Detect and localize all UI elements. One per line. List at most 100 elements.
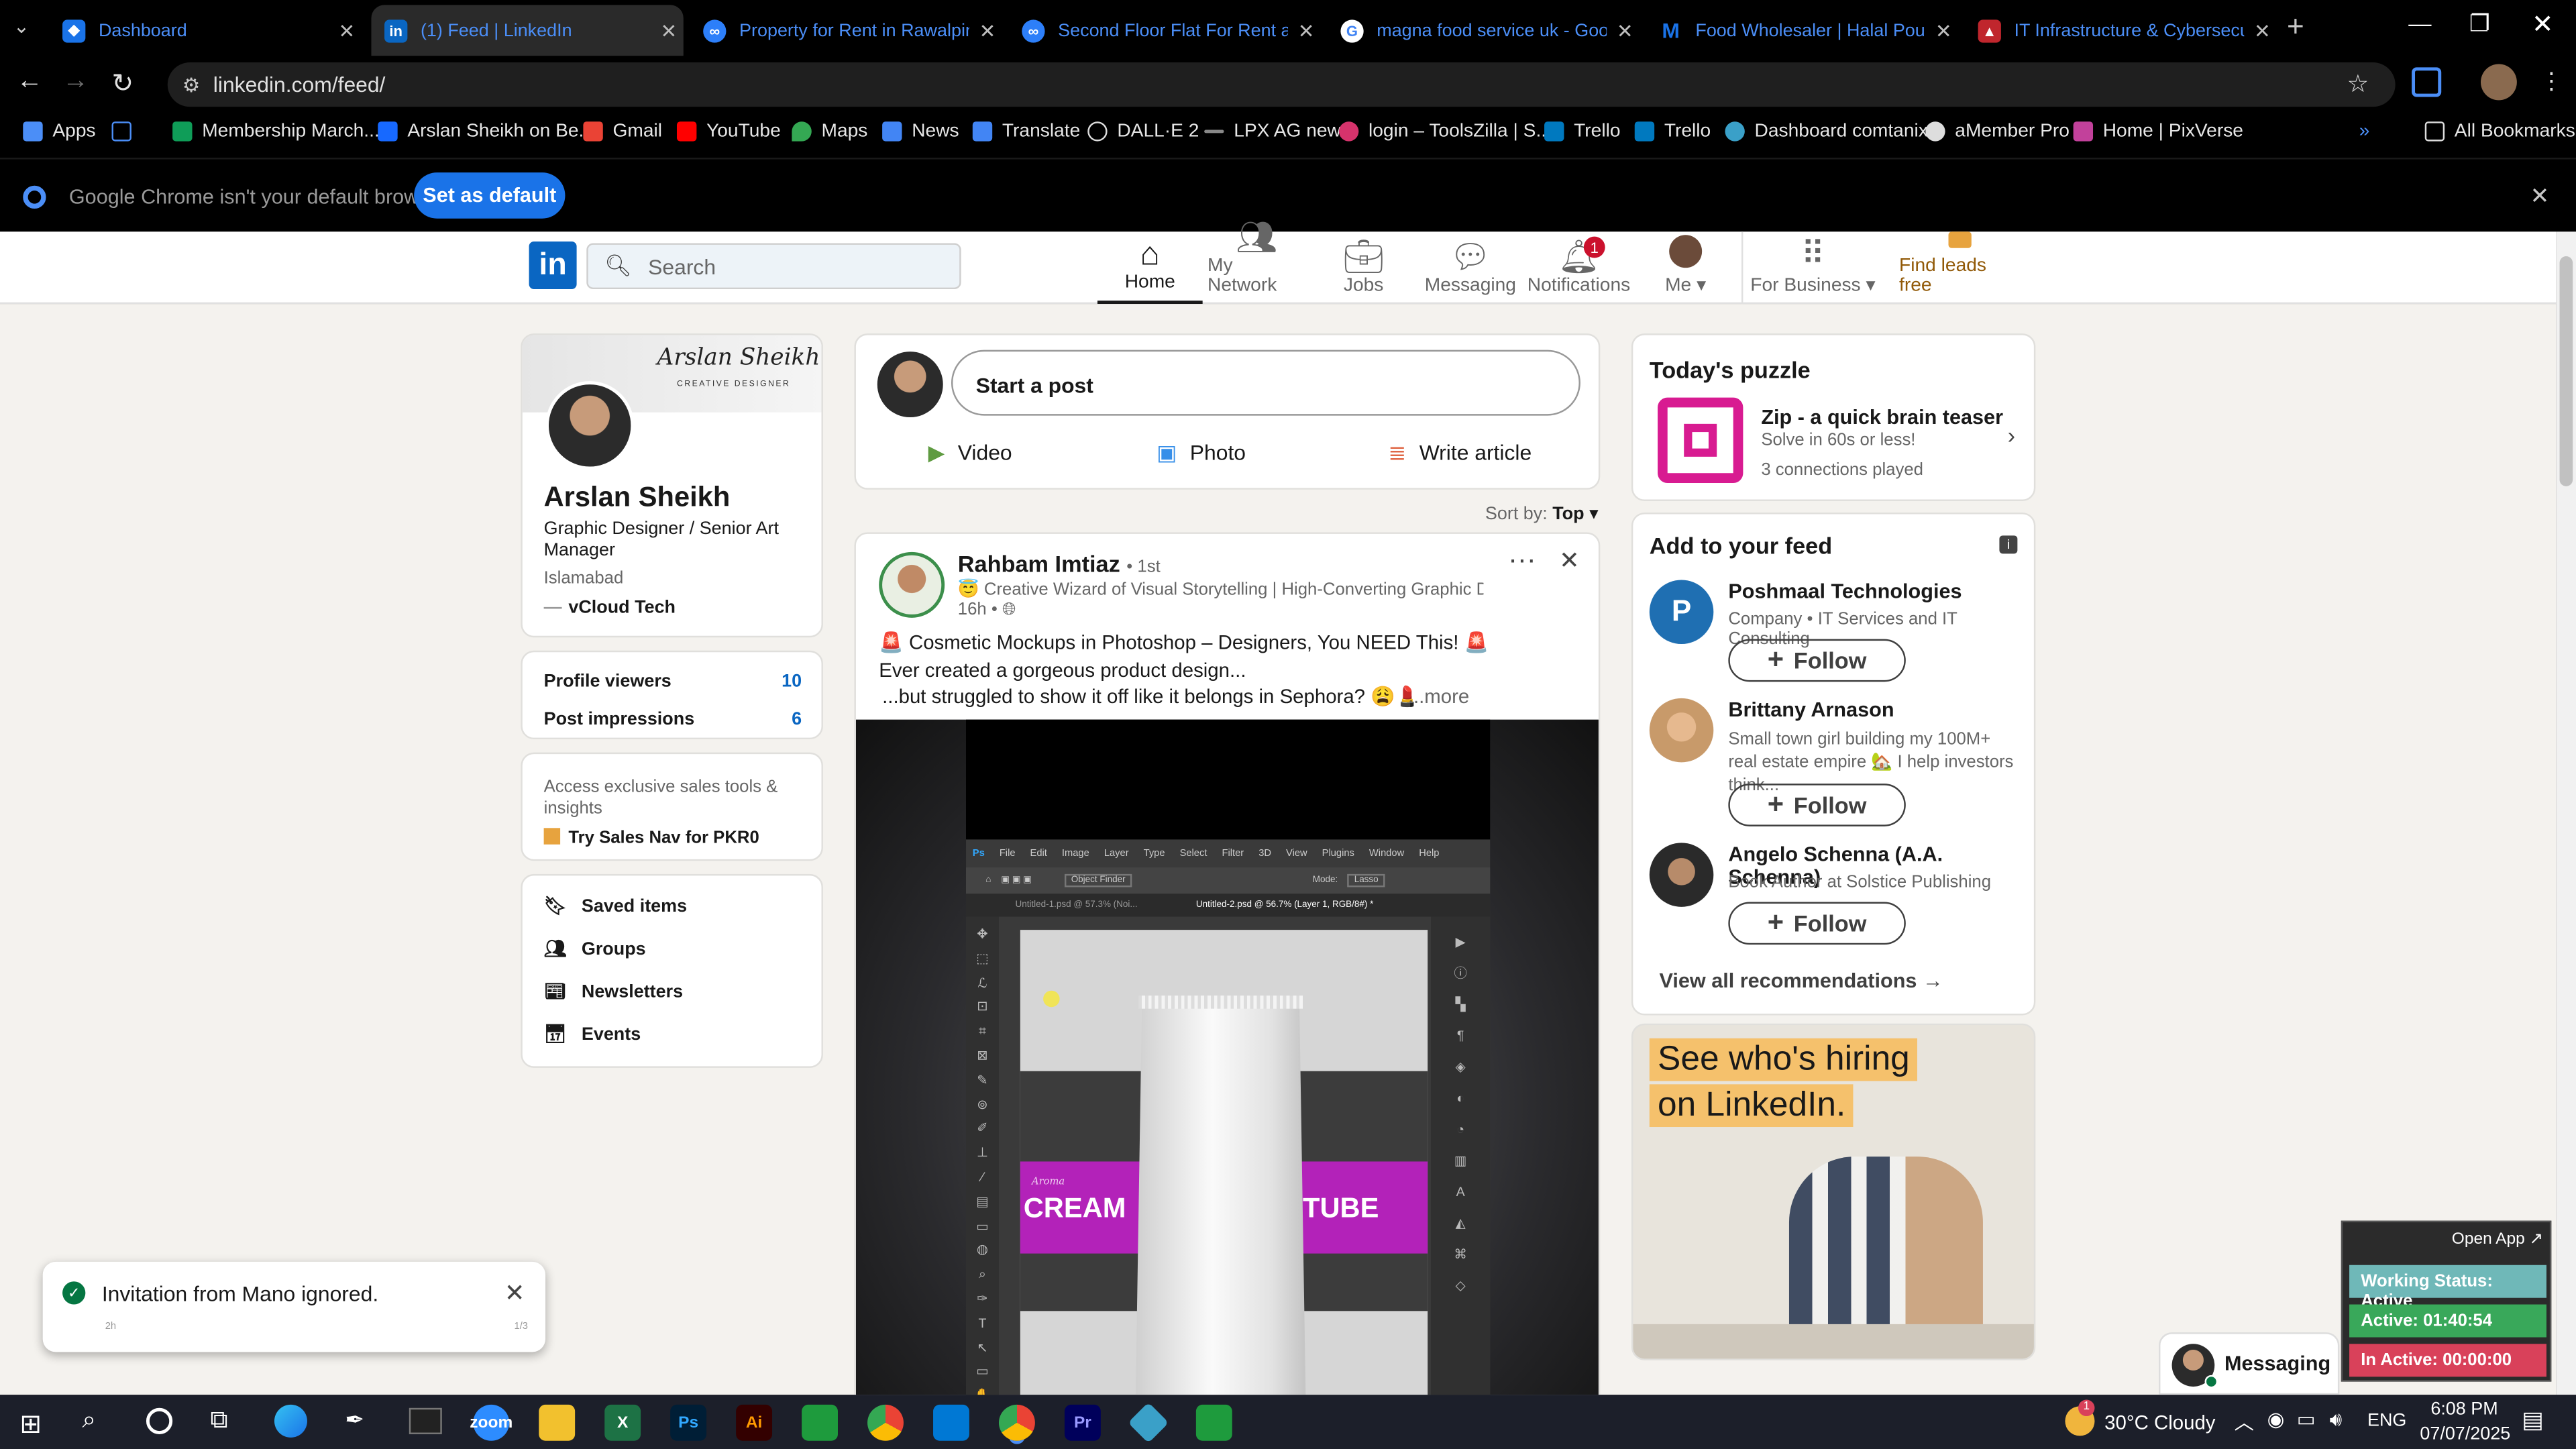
notification-center-icon[interactable]: ▤ (2522, 1406, 2543, 1434)
nav-messaging[interactable]: 💬︎ Messaging (1423, 231, 1518, 304)
bookmark-trello-2[interactable]: Trello (1634, 121, 1711, 142)
bookmark-translate[interactable]: Translate (972, 121, 1080, 142)
diamond-app-icon[interactable] (1128, 1402, 1169, 1444)
premium-card[interactable]: Access exclusive sales tools & insights … (521, 752, 823, 861)
page-scrollbar[interactable] (2556, 231, 2576, 1395)
view-all-recommendations-link[interactable]: View all recommendations → (1659, 969, 1943, 992)
messaging-overlay[interactable]: Messaging (2158, 1332, 2340, 1395)
info-icon[interactable]: i (1999, 535, 2018, 554)
close-icon[interactable]: ✕ (1298, 19, 1315, 42)
write-article-button[interactable]: ≣ Write article (1388, 440, 1532, 466)
start-post-input[interactable]: Start a post (951, 350, 1580, 416)
sort-dropdown[interactable]: Sort by: Top ▾ (1485, 502, 1599, 524)
star-icon[interactable]: ☆ (2347, 69, 2369, 99)
nav-my-network[interactable]: 👥︎ My Network (1208, 220, 1306, 304)
nav-jobs[interactable]: 💼︎ Jobs (1331, 231, 1397, 304)
follow-button[interactable]: + Follow (1728, 902, 1906, 945)
profile-avatar-icon[interactable] (2480, 64, 2517, 101)
profile-name[interactable]: Arslan Sheikh (544, 482, 731, 515)
vscode-icon[interactable] (933, 1404, 969, 1441)
tray-app-icon[interactable]: ◉ (2267, 1408, 2285, 1431)
extension-icon[interactable] (2412, 67, 2442, 97)
chevron-up-icon[interactable]: ︿ (2235, 1408, 2254, 1436)
saved-items-link[interactable]: 🔖︎ Saved items (544, 896, 687, 916)
site-info-icon[interactable]: ⚙ (182, 73, 200, 96)
bookmark-amember[interactable]: aMember Pro (1925, 121, 2070, 142)
close-icon[interactable]: ✕ (2254, 19, 2271, 42)
new-tab-button[interactable]: + (2287, 10, 2304, 44)
language-indicator[interactable]: ENG (2367, 1411, 2406, 1431)
follow-button[interactable]: + Follow (1728, 784, 1906, 826)
forward-icon[interactable]: → (62, 67, 89, 97)
close-icon[interactable]: ✕ (660, 19, 677, 42)
illustrator-icon[interactable]: Ai (736, 1404, 773, 1441)
hiring-ad[interactable]: See who's hiring on LinkedIn. (1631, 1023, 2036, 1360)
bookmark-membership[interactable]: Membership March... (172, 121, 380, 142)
close-icon[interactable]: ✕ (2530, 182, 2549, 211)
tab-property[interactable]: ∞ Property for Rent in Rawalpindi ✕ (690, 5, 1002, 56)
scrollbar-thumb[interactable] (2559, 256, 2573, 486)
groups-link[interactable]: 👥︎ Groups (544, 938, 646, 959)
close-window-button[interactable]: ✕ (2532, 8, 2554, 41)
newsletters-link[interactable]: 📰︎ Newsletters (544, 981, 684, 1002)
bookmark-lpx[interactable]: LPX AG new (1204, 121, 1341, 142)
clock-date[interactable]: 07/07/2025 (2420, 1424, 2510, 1444)
close-icon[interactable]: ✕ (1935, 19, 1952, 42)
tab-flat[interactable]: ∞ Second Floor Flat For Rent at A ✕ (1009, 5, 1321, 56)
company-logo-icon[interactable]: P (1649, 580, 1714, 645)
green-app-icon[interactable] (802, 1404, 838, 1441)
tab-google[interactable]: G magna food service uk - Google ✕ (1328, 5, 1640, 56)
bookmark-trello-1[interactable]: Trello (1544, 121, 1621, 142)
pen-tool-icon[interactable]: ✒ (345, 1406, 364, 1434)
network-icon[interactable]: ▭ (2297, 1408, 2316, 1431)
address-bar[interactable]: ⚙ linkedin.com/feed/ ☆ (167, 62, 2396, 107)
tab-linkedin[interactable]: in (1) Feed | LinkedIn ✕ (371, 5, 684, 56)
nav-me[interactable]: Me ▾ (1650, 231, 1722, 304)
set-default-button[interactable]: Set as default (414, 172, 566, 219)
bookmark-youtube[interactable]: YouTube (676, 121, 781, 142)
weather-text[interactable]: 30°C Cloudy (2104, 1411, 2215, 1434)
person-avatar[interactable] (1649, 698, 1714, 763)
minimize-button[interactable]: — (2408, 10, 2431, 36)
author-line[interactable]: Rahbam Imtiaz • 1st (958, 550, 1161, 576)
excel-icon[interactable]: X (604, 1404, 641, 1441)
linkedin-logo-icon[interactable]: in (529, 241, 577, 290)
post-impressions-label[interactable]: Post impressions (544, 710, 695, 729)
bookmark-apps[interactable]: Apps (23, 121, 96, 142)
tab-food[interactable]: M Food Wholesaler | Halal Poultry ✕ (1646, 5, 1958, 56)
all-bookmarks[interactable]: All Bookmarks (2424, 121, 2575, 142)
close-icon[interactable]: ✕ (1617, 19, 1633, 42)
follow-button[interactable]: + Follow (1728, 639, 1906, 682)
events-link[interactable]: 📅︎ Events (544, 1024, 641, 1044)
close-icon[interactable]: ✕ (338, 19, 355, 42)
premium-cta[interactable]: Try Sales Nav for PKR0 (543, 828, 759, 848)
dismiss-post-icon[interactable]: ✕ (1559, 545, 1580, 576)
chrome-icon[interactable] (867, 1404, 904, 1441)
cortana-icon[interactable] (146, 1407, 173, 1434)
back-icon[interactable]: ← (16, 67, 42, 97)
person-avatar[interactable] (1649, 843, 1714, 907)
nav-find-leads[interactable]: Find leads free (1899, 231, 2021, 304)
bookmark-grid[interactable] (111, 121, 142, 142)
bookmark-news[interactable]: News (882, 121, 959, 142)
close-icon[interactable]: ✕ (979, 19, 996, 42)
nav-for-business[interactable]: ⠿ For Business ▾ (1741, 231, 1883, 305)
tab-dashboard[interactable]: ◆ Dashboard ✕ (49, 5, 361, 56)
volume-icon[interactable]: 🔊︎ (2330, 1408, 2343, 1433)
premiere-icon[interactable]: Pr (1064, 1404, 1101, 1441)
zoom-icon[interactable]: zoom (470, 1404, 513, 1441)
file-explorer-icon[interactable] (539, 1404, 576, 1441)
green-app-2-icon[interactable] (1195, 1404, 1232, 1441)
windows-start-icon[interactable]: ⊞ (19, 1408, 42, 1441)
nav-home[interactable]: ⌂ Home (1097, 231, 1203, 305)
suggestion-name[interactable]: Brittany Arnason (1728, 698, 1894, 721)
photoshop-icon[interactable]: Ps (670, 1404, 707, 1441)
author-avatar[interactable] (879, 551, 945, 618)
open-app-link[interactable]: Open App ↗ (2452, 1230, 2543, 1248)
bookmark-gmail[interactable]: Gmail (583, 121, 662, 142)
bookmark-behance[interactable]: Arslan Sheikh on Be... (378, 121, 594, 142)
edge-icon[interactable] (274, 1404, 307, 1438)
video-button[interactable]: ▶ Video (928, 440, 1012, 466)
chrome-active-icon[interactable] (998, 1404, 1035, 1441)
reload-icon[interactable]: ↻ (112, 67, 134, 100)
